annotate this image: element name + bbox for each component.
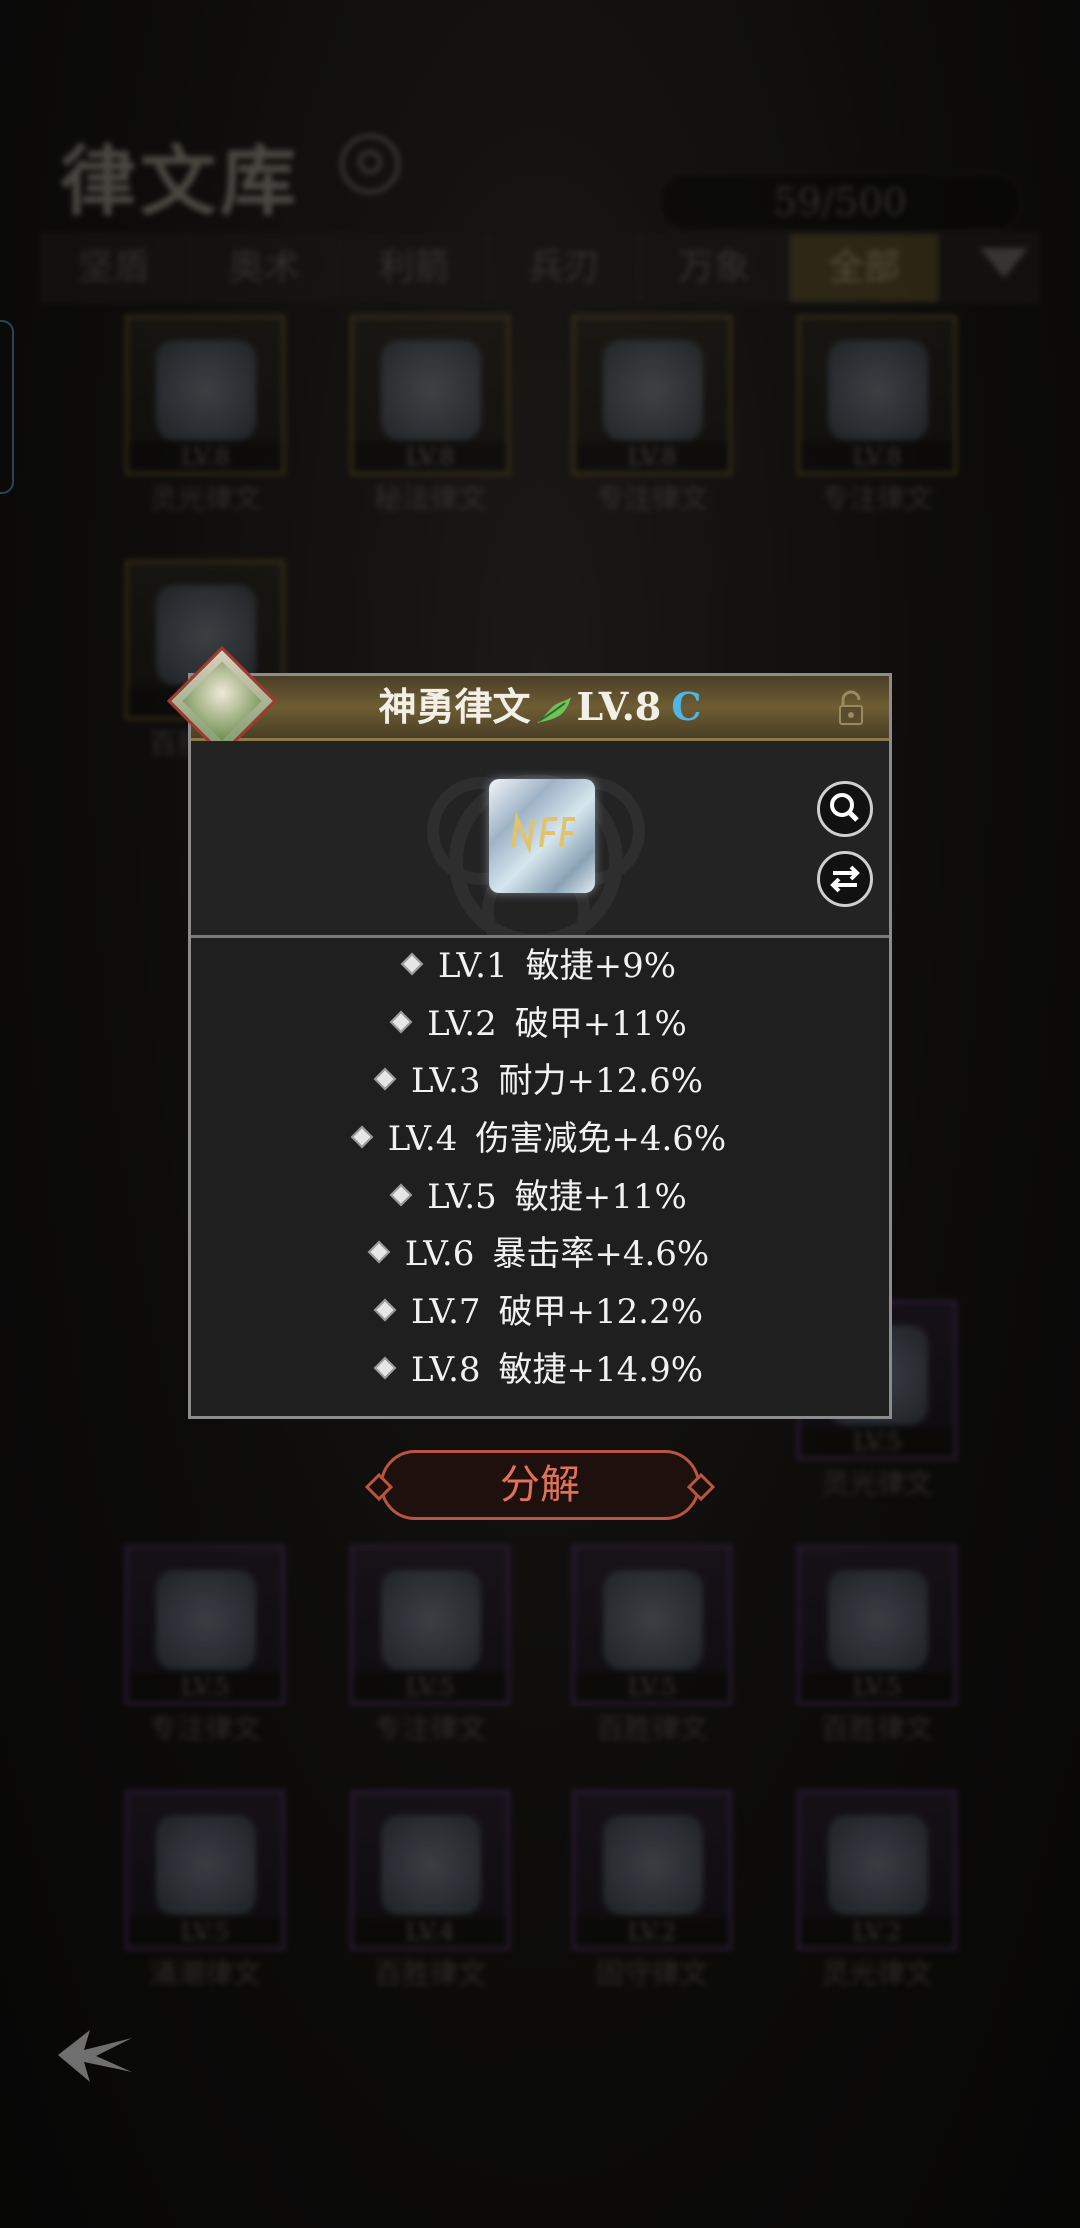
- back-icon[interactable]: [50, 2020, 140, 2090]
- popup-title: 神勇律文 LV.8 C: [191, 676, 889, 738]
- rune-level: LV.8: [576, 684, 662, 729]
- stat-row: LV.7 破甲+12.2%: [191, 1284, 889, 1342]
- stat-row: LV.1 敏捷+9%: [191, 938, 889, 996]
- rune-detail-popup: 神勇律文 LV.8 C LV.1 敏捷+9% LV.2 破甲+11% LV.3 …: [166, 645, 892, 1419]
- stat-row: LV.8 敏捷+14.9%: [191, 1342, 889, 1400]
- magnify-button[interactable]: [817, 781, 873, 837]
- stat-row: LV.2 破甲+11%: [191, 996, 889, 1054]
- stat-row: LV.5 敏捷+11%: [191, 1169, 889, 1227]
- stat-row: LV.6 暴击率+4.6%: [191, 1226, 889, 1284]
- stat-row: LV.4 伤害减免+4.6%: [191, 1111, 889, 1169]
- stat-list: LV.1 敏捷+9% LV.2 破甲+11% LV.3 耐力+12.6% LV.4 伤害…: [191, 938, 889, 1400]
- rune-name: 神勇律文: [378, 684, 531, 729]
- rune-preview: [191, 741, 889, 938]
- decompose-button[interactable]: 分解: [380, 1450, 700, 1520]
- swap-icon: [830, 865, 860, 893]
- swap-button[interactable]: [817, 851, 873, 907]
- leaf-icon: [536, 696, 571, 723]
- rune-grade: C: [671, 684, 702, 729]
- magnify-icon: [830, 793, 859, 822]
- lock-icon[interactable]: [831, 688, 871, 728]
- stat-row: LV.3 耐力+12.6%: [191, 1053, 889, 1111]
- rune-gem-icon: [489, 779, 595, 893]
- popup-header: 神勇律文 LV.8 C: [191, 676, 889, 741]
